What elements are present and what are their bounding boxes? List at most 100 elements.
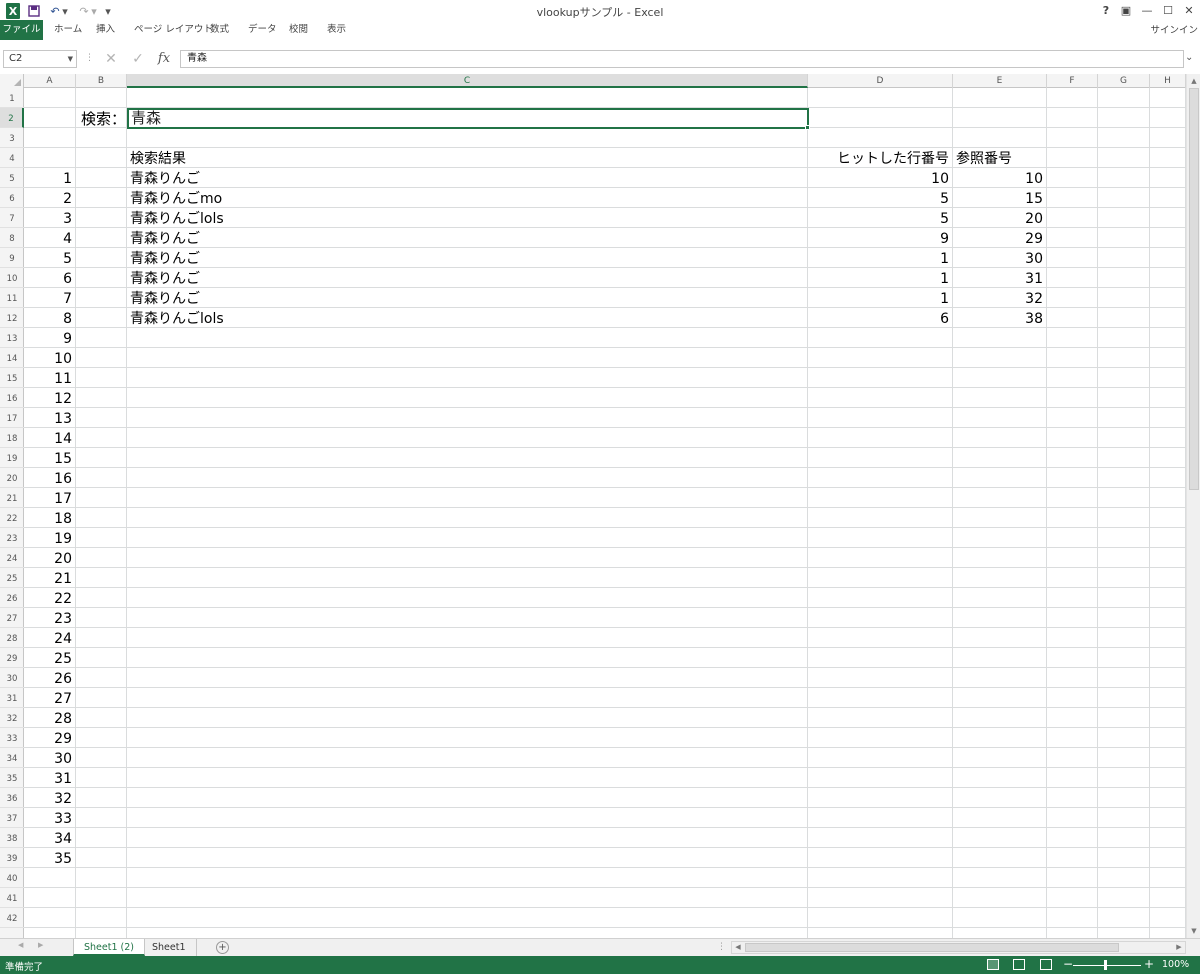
- index-number-cell[interactable]: 2: [24, 188, 75, 208]
- row-header[interactable]: 17: [0, 408, 24, 428]
- row-header[interactable]: 24: [0, 548, 24, 568]
- ref-no-cell[interactable]: 20: [953, 208, 1046, 228]
- cancel-button[interactable]: ✕: [99, 50, 123, 68]
- tab-file[interactable]: ファイル: [0, 20, 43, 40]
- index-number-cell[interactable]: 35: [24, 848, 75, 868]
- zoom-level[interactable]: 100%: [1162, 959, 1189, 970]
- search-label[interactable]: 検索：: [78, 108, 128, 128]
- hit-row-cell[interactable]: 9: [808, 228, 952, 248]
- row-header[interactable]: 32: [0, 708, 24, 728]
- cell-area[interactable]: 検索： 青森 検索結果 ヒットした行番号 参照番号 青森りんご 10 10 青森りんごmo 5 15…: [24, 88, 1186, 938]
- row-header[interactable]: 34: [0, 748, 24, 768]
- header-cell-result[interactable]: 検索結果: [127, 148, 807, 168]
- sign-in-link[interactable]: サインイン: [1150, 22, 1198, 36]
- horizontal-scroll-thumb[interactable]: [745, 943, 1119, 952]
- column-header-f[interactable]: F: [1047, 74, 1098, 88]
- ribbon-display-options-button[interactable]: ▣: [1116, 2, 1136, 20]
- result-cell[interactable]: 青森りんご: [127, 248, 807, 268]
- active-cell-search-input[interactable]: 青森: [127, 108, 809, 129]
- column-header-a[interactable]: A: [24, 74, 76, 88]
- row-header[interactable]: 42: [0, 908, 24, 928]
- hit-row-cell[interactable]: 1: [808, 248, 952, 268]
- maximize-button[interactable]: ☐: [1158, 2, 1178, 20]
- result-cell[interactable]: 青森りんごlols: [127, 308, 807, 328]
- tab-page-layout[interactable]: ページ レイアウト: [134, 20, 213, 40]
- index-number-cell[interactable]: 3: [24, 208, 75, 228]
- ref-no-cell[interactable]: 38: [953, 308, 1046, 328]
- index-number-cell[interactable]: 30: [24, 748, 75, 768]
- column-header-h[interactable]: H: [1150, 74, 1186, 88]
- index-number-cell[interactable]: 16: [24, 468, 75, 488]
- row-header[interactable]: 26: [0, 588, 24, 608]
- index-number-cell[interactable]: 26: [24, 668, 75, 688]
- zoom-slider[interactable]: [1073, 965, 1141, 966]
- column-header-c[interactable]: C: [127, 74, 808, 88]
- row-header[interactable]: 18: [0, 428, 24, 448]
- row-header[interactable]: 4: [0, 148, 24, 168]
- index-number-cell[interactable]: 29: [24, 728, 75, 748]
- row-header[interactable]: 40: [0, 868, 24, 888]
- result-cell[interactable]: 青森りんご: [127, 228, 807, 248]
- header-cell-ref-no[interactable]: 参照番号: [953, 148, 1046, 168]
- ref-no-cell[interactable]: 29: [953, 228, 1046, 248]
- index-number-cell[interactable]: 22: [24, 588, 75, 608]
- formula-input[interactable]: 青森: [180, 50, 1184, 68]
- ref-no-cell[interactable]: 10: [953, 168, 1046, 188]
- column-header-b[interactable]: B: [76, 74, 127, 88]
- excel-logo-icon[interactable]: X: [6, 3, 20, 19]
- scroll-up-icon[interactable]: ▲: [1187, 74, 1200, 88]
- index-number-cell[interactable]: 15: [24, 448, 75, 468]
- row-header[interactable]: 37: [0, 808, 24, 828]
- zoom-slider-thumb[interactable]: [1104, 960, 1107, 970]
- index-number-cell[interactable]: 32: [24, 788, 75, 808]
- row-header[interactable]: 3: [0, 128, 24, 148]
- index-number-cell[interactable]: 21: [24, 568, 75, 588]
- row-header[interactable]: 19: [0, 448, 24, 468]
- row-header[interactable]: 11: [0, 288, 24, 308]
- index-number-cell[interactable]: 28: [24, 708, 75, 728]
- row-header[interactable]: 36: [0, 788, 24, 808]
- index-number-cell[interactable]: 8: [24, 308, 75, 328]
- formula-bar-splitter[interactable]: ⋮: [85, 53, 94, 63]
- row-header[interactable]: 28: [0, 628, 24, 648]
- row-header[interactable]: 10: [0, 268, 24, 288]
- index-number-cell[interactable]: 34: [24, 828, 75, 848]
- row-header[interactable]: 6: [0, 188, 24, 208]
- index-number-cell[interactable]: 18: [24, 508, 75, 528]
- undo-dropdown-icon[interactable]: ▾: [62, 3, 68, 19]
- next-sheet-icon[interactable]: ▶: [38, 941, 43, 949]
- index-number-cell[interactable]: 13: [24, 408, 75, 428]
- tab-home[interactable]: ホーム: [54, 20, 82, 40]
- index-number-cell[interactable]: 9: [24, 328, 75, 348]
- previous-sheet-icon[interactable]: ◀: [18, 941, 23, 949]
- row-header[interactable]: 5: [0, 168, 24, 188]
- zoom-in-button[interactable]: +: [1144, 957, 1154, 971]
- tab-formulas[interactable]: 数式: [210, 20, 229, 40]
- fill-handle[interactable]: [805, 125, 810, 130]
- index-number-cell[interactable]: 1: [24, 168, 75, 188]
- row-header[interactable]: 12: [0, 308, 24, 328]
- index-number-cell[interactable]: 33: [24, 808, 75, 828]
- row-header[interactable]: 33: [0, 728, 24, 748]
- select-all-button[interactable]: [0, 74, 24, 88]
- redo-dropdown-icon[interactable]: ▾: [91, 3, 97, 19]
- row-header[interactable]: 15: [0, 368, 24, 388]
- row-header[interactable]: 8: [0, 228, 24, 248]
- row-header[interactable]: 35: [0, 768, 24, 788]
- sheet-tab-sheet1[interactable]: Sheet1: [142, 939, 197, 956]
- result-cell[interactable]: 青森りんごmo: [127, 188, 807, 208]
- row-header[interactable]: 7: [0, 208, 24, 228]
- index-number-cell[interactable]: 25: [24, 648, 75, 668]
- ref-no-cell[interactable]: 31: [953, 268, 1046, 288]
- vertical-scroll-thumb[interactable]: [1189, 88, 1199, 490]
- vertical-scrollbar[interactable]: ▲ ▼: [1186, 74, 1200, 938]
- column-header-g[interactable]: G: [1098, 74, 1150, 88]
- index-number-cell[interactable]: 11: [24, 368, 75, 388]
- row-header[interactable]: 2: [0, 108, 24, 128]
- close-button[interactable]: ✕: [1179, 2, 1199, 20]
- redo-icon[interactable]: ↷: [77, 3, 91, 19]
- index-number-cell[interactable]: 17: [24, 488, 75, 508]
- hit-row-cell[interactable]: 1: [808, 268, 952, 288]
- scroll-down-icon[interactable]: ▼: [1187, 924, 1200, 938]
- row-header[interactable]: 21: [0, 488, 24, 508]
